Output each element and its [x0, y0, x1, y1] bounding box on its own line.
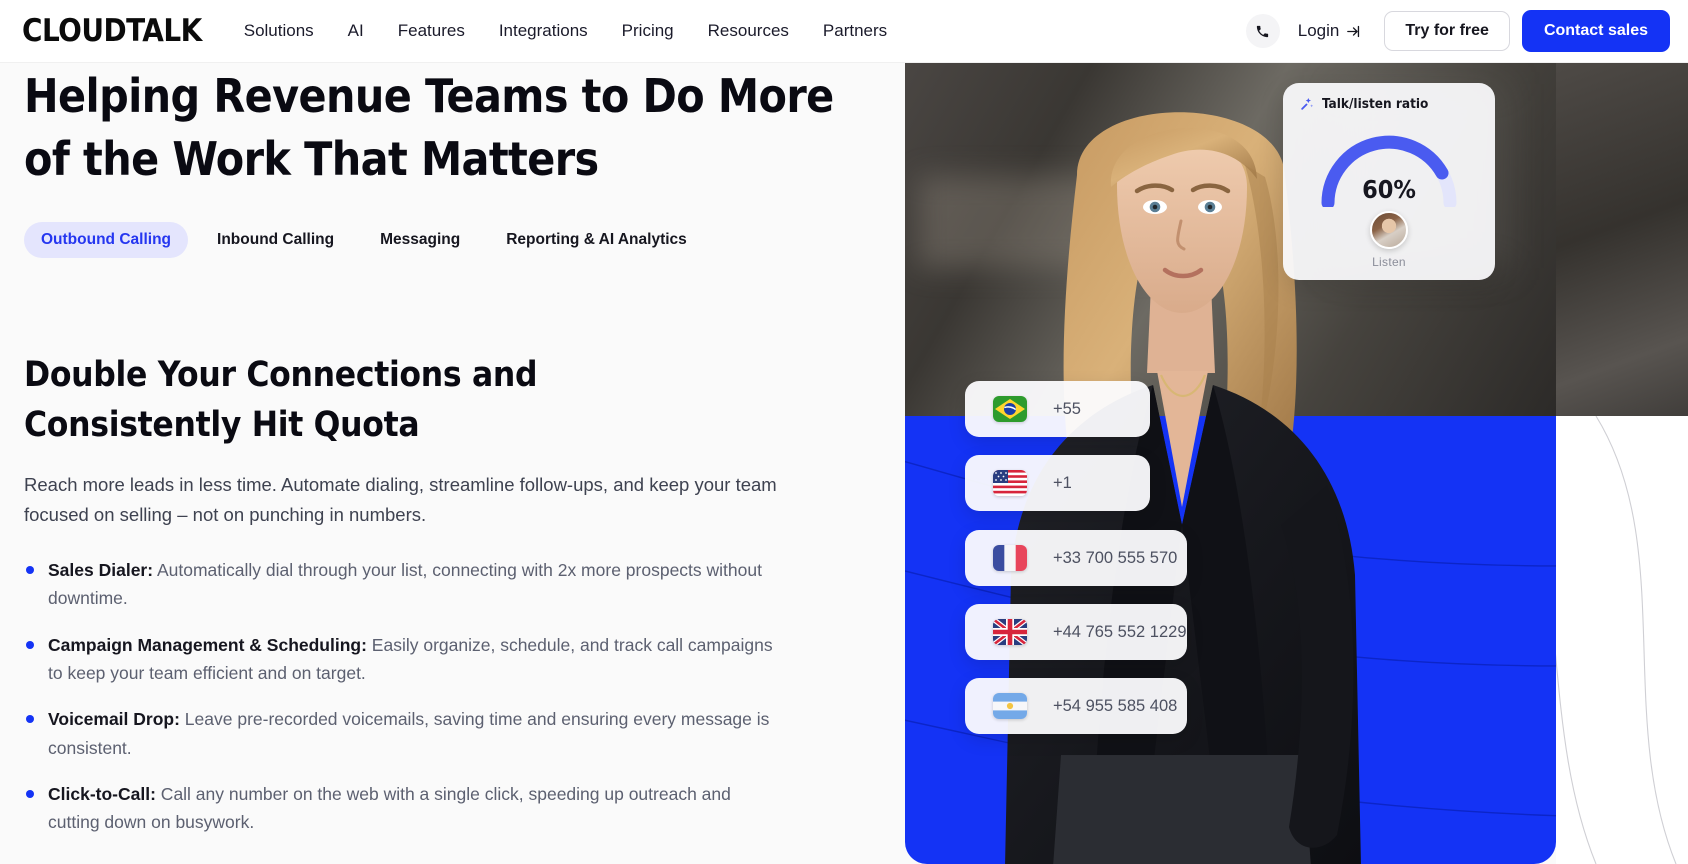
- top-navigation-bar: CLOUDTALK Solutions AI Features Integrat…: [0, 0, 1688, 63]
- nav-item-features[interactable]: Features: [398, 21, 465, 41]
- flag-ar-icon: [993, 693, 1027, 719]
- feature-bullet-list: Sales Dialer: Automatically dial through…: [24, 556, 881, 837]
- hero-visual: Talk/listen ratio 60% Listen +55 +1 +33 …: [905, 63, 1688, 864]
- login-label: Login: [1297, 21, 1340, 40]
- phone-icon-button[interactable]: [1245, 14, 1280, 48]
- phone-number-card-uk[interactable]: +44 765 552 1229: [965, 604, 1187, 660]
- list-item: Click-to-Call: Call any number on the we…: [24, 780, 784, 837]
- nav-actions: Login Try for free Contact sales: [1245, 10, 1670, 52]
- ratio-listen-label: Listen: [1372, 255, 1406, 269]
- nav-item-solutions[interactable]: Solutions: [244, 21, 314, 41]
- section-heading: Double Your Connections and Consistently…: [24, 354, 538, 445]
- login-button[interactable]: Login: [1298, 21, 1363, 41]
- nav-item-partners[interactable]: Partners: [823, 21, 887, 41]
- flag-gb-icon: [993, 619, 1027, 645]
- bullet-dot-icon: [26, 565, 34, 574]
- bullet-label: Click-to-Call:: [48, 784, 156, 805]
- tab-outbound-calling[interactable]: Outbound Calling: [24, 221, 189, 258]
- bullet-label: Sales Dialer:: [48, 559, 154, 580]
- category-tabs: Outbound Calling Inbound Calling Messagi…: [24, 221, 881, 258]
- bullet-dot-icon: [26, 640, 34, 649]
- nav-item-ai[interactable]: AI: [348, 21, 364, 41]
- ratio-card-title: Talk/listen ratio: [1322, 96, 1429, 112]
- cloudtalk-logo[interactable]: CLOUDTALK: [22, 13, 202, 49]
- contact-sales-button[interactable]: Contact sales: [1521, 10, 1670, 52]
- left-content-column: Helping Revenue Teams to Do More of the …: [0, 63, 905, 864]
- phone-icon: [1257, 25, 1269, 37]
- ratio-card-header: Talk/listen ratio: [1283, 83, 1495, 112]
- phone-number-card-argentina[interactable]: +54 955 585 408: [965, 678, 1187, 734]
- decorative-curve-lines: [1556, 416, 1677, 864]
- nav-item-resources[interactable]: Resources: [708, 21, 789, 41]
- phone-number-text: +1: [1053, 473, 1072, 492]
- tab-reporting-analytics[interactable]: Reporting & AI Analytics: [489, 222, 704, 258]
- phone-number-text: +55: [1053, 399, 1081, 418]
- office-background-photo-right: [1556, 63, 1688, 416]
- bullet-text: Automatically dial through your list, co…: [48, 559, 762, 609]
- talk-listen-ratio-card: Talk/listen ratio 60% Listen: [1283, 83, 1495, 280]
- sparkle-wand-icon: [1301, 98, 1314, 110]
- login-arrow-icon: [1347, 25, 1360, 37]
- main-nav-links: Solutions AI Features Integrations Prici…: [244, 21, 887, 41]
- ratio-percentage-value: 60%: [1362, 175, 1416, 204]
- bullet-label: Voicemail Drop:: [48, 709, 180, 730]
- phone-number-text: +33 700 555 570: [1053, 548, 1178, 567]
- phone-number-card-brazil[interactable]: +55: [965, 381, 1150, 437]
- bullet-dot-icon: [26, 715, 34, 724]
- nav-item-pricing[interactable]: Pricing: [622, 21, 674, 41]
- phone-number-card-france[interactable]: +33 700 555 570: [965, 530, 1187, 586]
- phone-number-text: +54 955 585 408: [1053, 696, 1178, 715]
- page-title: Helping Revenue Teams to Do More of the …: [24, 69, 834, 187]
- nav-item-integrations[interactable]: Integrations: [499, 21, 588, 41]
- list-item: Voicemail Drop: Leave pre-recorded voice…: [24, 705, 784, 762]
- tab-inbound-calling[interactable]: Inbound Calling: [200, 222, 351, 258]
- flag-br-icon: [993, 396, 1027, 422]
- section-description: Reach more leads in less time. Automate …: [24, 474, 777, 525]
- flag-us-icon: [993, 470, 1027, 496]
- list-item: Campaign Management & Scheduling: Easily…: [24, 631, 784, 688]
- bullet-label: Campaign Management & Scheduling:: [48, 634, 367, 655]
- flag-fr-icon: [993, 545, 1027, 571]
- list-item: Sales Dialer: Automatically dial through…: [24, 556, 784, 613]
- phone-number-card-usa[interactable]: +1: [965, 455, 1150, 511]
- tab-messaging[interactable]: Messaging: [363, 222, 477, 258]
- phone-number-text: +44 765 552 1229: [1053, 622, 1187, 641]
- try-for-free-button[interactable]: Try for free: [1384, 11, 1510, 51]
- white-curves-panel: [1556, 416, 1688, 864]
- bullet-dot-icon: [26, 790, 34, 799]
- avatar: [1370, 211, 1408, 249]
